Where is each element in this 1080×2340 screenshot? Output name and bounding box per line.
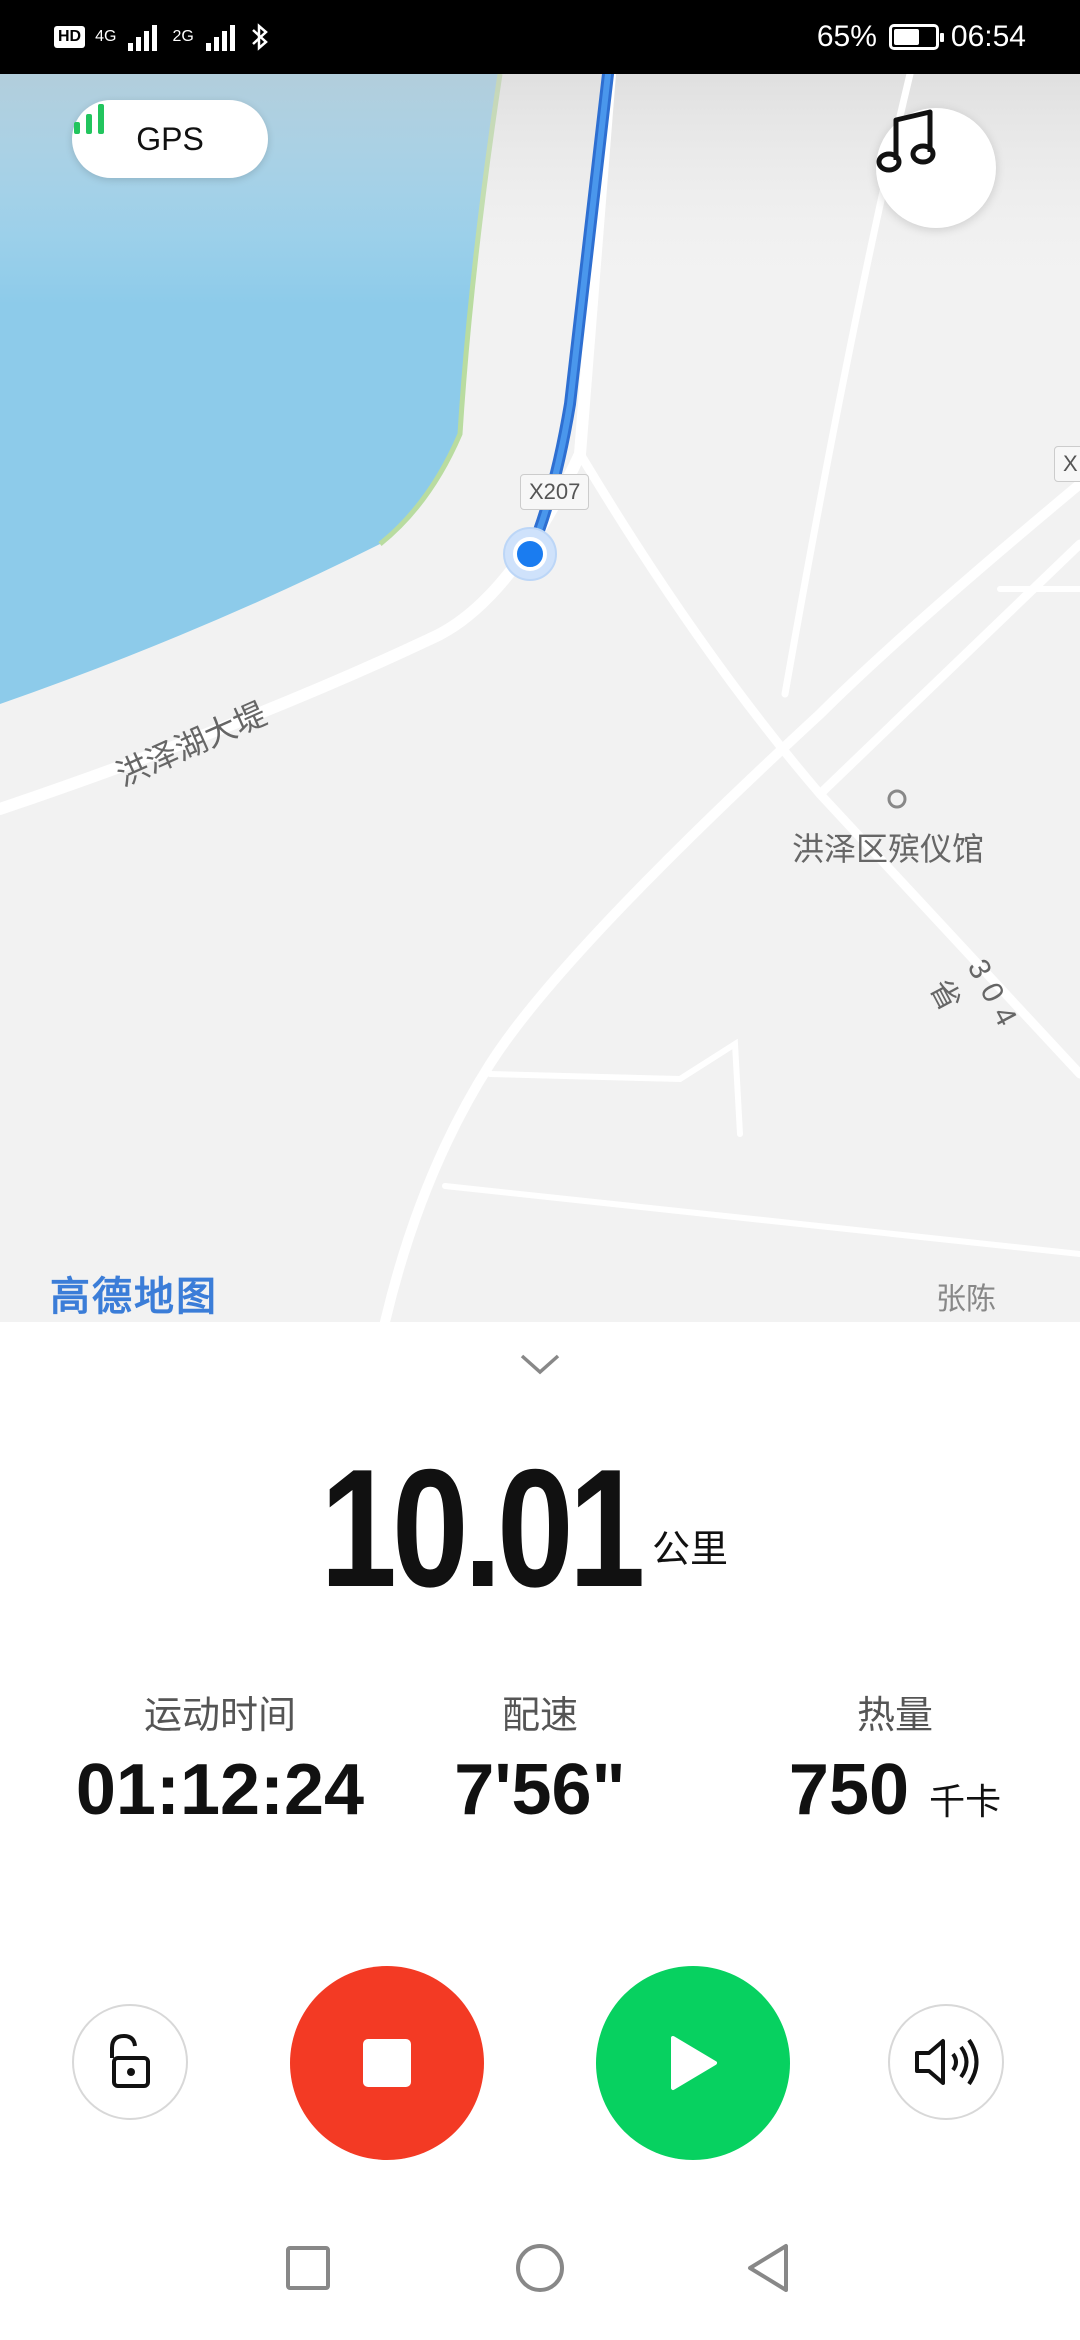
road-sign-x: X	[1054, 446, 1080, 482]
recent-apps-icon[interactable]	[284, 2244, 332, 2292]
map-canvas	[0, 74, 1080, 1322]
duration-label: 运动时间	[143, 1693, 296, 1737]
gps-signal-icon	[74, 104, 104, 134]
status-right: 65% 06:54	[817, 18, 1026, 56]
battery-percent: 65%	[816, 20, 877, 53]
chevron-down-icon	[520, 1354, 560, 1375]
duration-value: 01:12:24	[75, 1750, 365, 1830]
music-note-icon	[876, 109, 936, 173]
unlock-icon	[110, 2033, 150, 2088]
music-button[interactable]	[876, 108, 996, 228]
back-icon[interactable]	[744, 2242, 792, 2294]
signal-icon	[128, 25, 158, 51]
stat-calories: 热量 750 千卡	[760, 1684, 1030, 1831]
system-nav-bar	[0, 2200, 1080, 2340]
home-icon[interactable]	[514, 2242, 566, 2294]
signal-icon-2	[205, 25, 235, 51]
volume-icon	[915, 2038, 979, 2086]
resume-button[interactable]	[596, 1966, 790, 2160]
lock-button[interactable]	[72, 2004, 188, 2120]
calories-unit: 千卡	[929, 1781, 1002, 1822]
map-view[interactable]: GPS X207 X 洪泽湖大堤 洪泽区殡仪馆 304省 张陈 高德地图	[0, 74, 1080, 1322]
play-icon	[671, 2036, 717, 2090]
poi-marker	[887, 789, 907, 809]
stat-pace: 配速 7'56"	[420, 1684, 660, 1831]
battery-icon	[888, 24, 944, 50]
map-provider-logo: 高德地图	[50, 1274, 218, 1320]
network-2g-label: 2G	[172, 28, 194, 45]
gps-status-pill: GPS	[72, 100, 268, 178]
hd-badge: HD	[54, 26, 86, 48]
gps-label: GPS	[136, 120, 204, 157]
workout-panel: 10.01 公里 运动时间 01:12:24 配速 7'56" 热量 750 千…	[0, 1322, 1080, 2340]
stop-button[interactable]	[290, 1966, 484, 2160]
status-bar: HD 4G 2G 65% 06:54	[0, 0, 1080, 74]
stop-icon	[363, 2039, 411, 2087]
stat-duration: 运动时间 01:12:24	[60, 1684, 380, 1831]
pace-value: 7'56"	[454, 1750, 626, 1830]
poi-label: 洪泽区殡仪馆	[792, 831, 985, 867]
calories-row: 750 千卡	[760, 1749, 1030, 1831]
bluetooth-icon	[251, 23, 268, 51]
voice-button[interactable]	[888, 2004, 1004, 2120]
current-location-dot	[513, 537, 547, 571]
clock: 06:54	[950, 20, 1026, 53]
collapse-button[interactable]	[518, 1352, 562, 1382]
network-4g-label: 4G	[95, 28, 117, 45]
distance-value: 10.01	[319, 1434, 645, 1622]
road-sign-x207: X207	[520, 474, 590, 510]
distance-unit: 公里	[652, 1527, 729, 1571]
calories-label: 热量	[856, 1693, 933, 1737]
place-label: 张陈	[936, 1283, 996, 1316]
pace-label: 配速	[501, 1693, 578, 1737]
calories-value: 750	[788, 1750, 910, 1830]
status-left: HD 4G 2G	[54, 18, 270, 56]
